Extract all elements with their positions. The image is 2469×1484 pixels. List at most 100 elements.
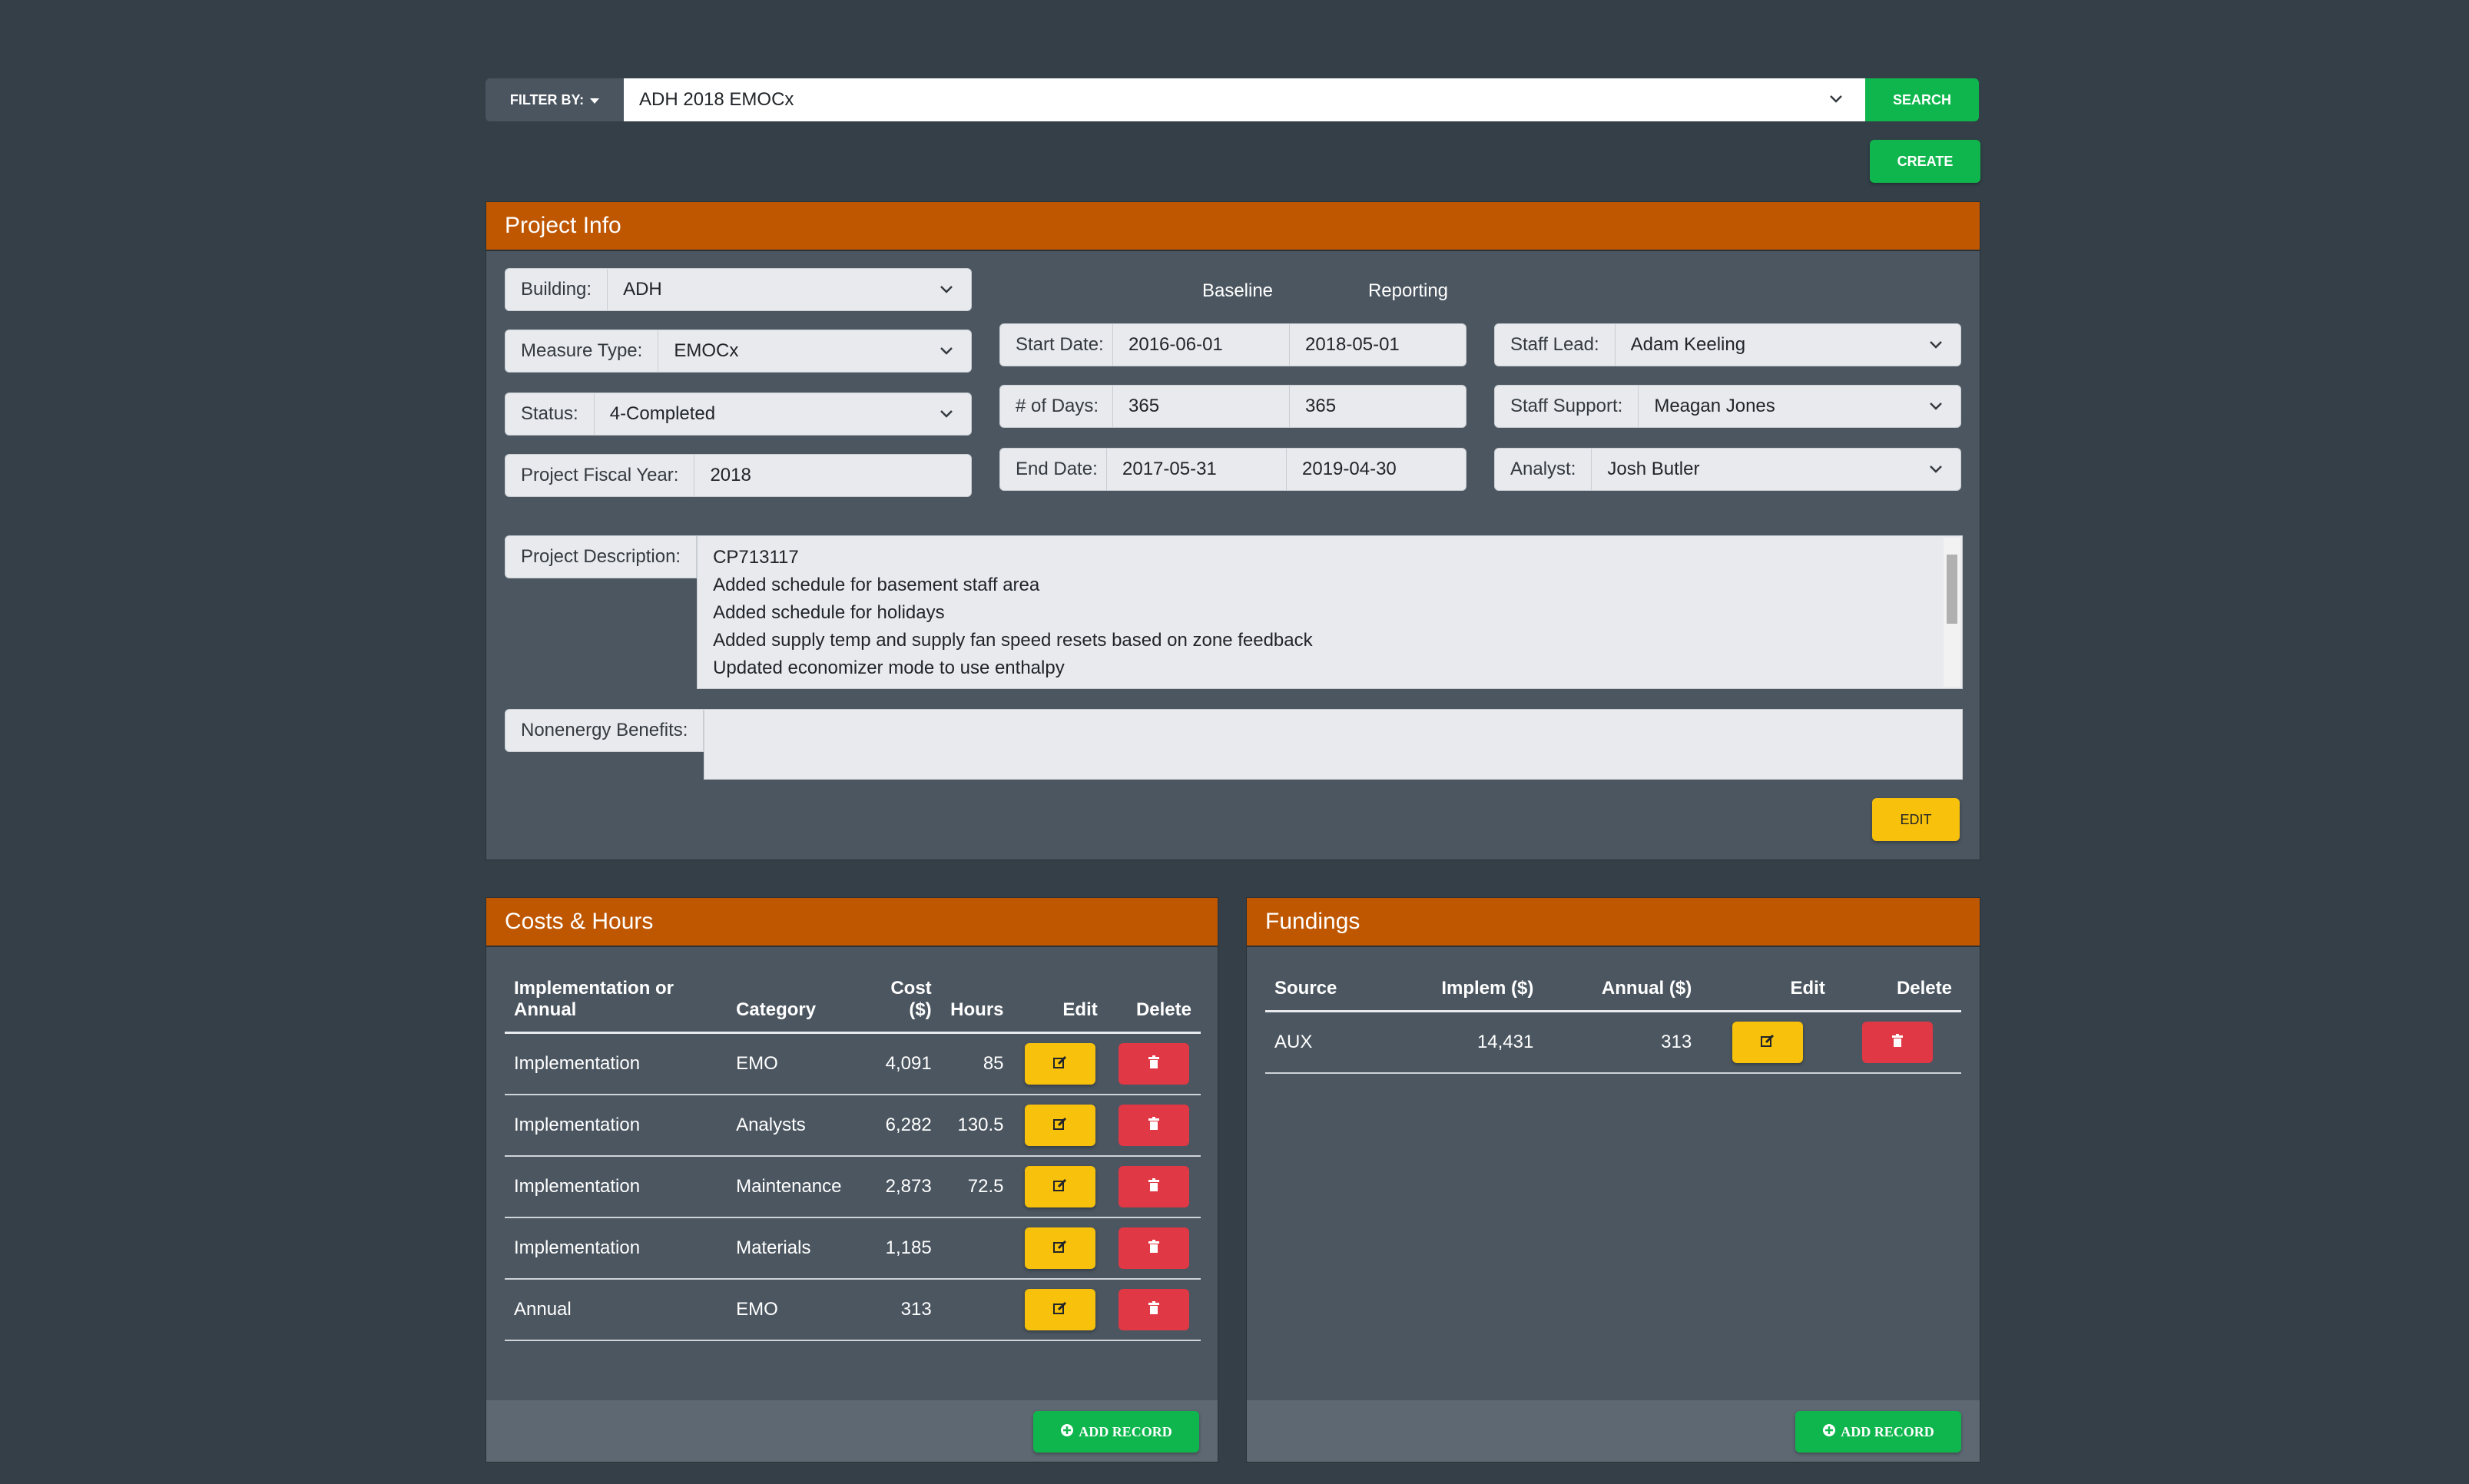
edit-row-button[interactable] [1024, 1227, 1095, 1269]
staff-support-label: Staff Support: [1494, 385, 1639, 428]
description-group: Project Description: CP713117 Added sche… [505, 535, 1963, 689]
table-header-row: Source Implem ($) Annual ($) Edit Delete [1265, 978, 1961, 1012]
table-cell: 1,185 [870, 1217, 941, 1280]
add-funding-record-button[interactable]: ADD RECORD [1795, 1411, 1961, 1453]
card-title: Fundings [1265, 909, 1360, 934]
table-cell: 4,091 [870, 1032, 941, 1095]
table-row: Implementation Maintenance 2,873 72.5 [505, 1156, 1201, 1218]
table-header-row: Implementation or Annual Category Cost (… [505, 978, 1201, 1034]
days-baseline-input[interactable]: 365 [1113, 385, 1290, 428]
analyst-select[interactable]: Josh Butler [1592, 448, 1961, 491]
measure-type-select[interactable]: EMOCx [658, 330, 972, 373]
start-date-baseline-input[interactable]: 2016-06-01 [1113, 323, 1290, 366]
column-header: Hours [940, 978, 1013, 1034]
column-header: Edit [1701, 978, 1834, 1012]
description-textarea[interactable]: CP713117 Added schedule for basement sta… [697, 535, 1963, 689]
delete-row-button[interactable] [1118, 1166, 1189, 1207]
edit-icon [1052, 1116, 1068, 1135]
column-header: Implementation or Annual [505, 978, 727, 1034]
days-group: # of Days: 365 365 [999, 385, 1466, 428]
delete-row-button[interactable] [1118, 1105, 1189, 1146]
table-row: AUX 14,431 313 [1265, 1011, 1961, 1074]
table-cell: 130.5 [940, 1095, 1013, 1157]
building-value: ADH [623, 279, 662, 300]
table-cell: Implementation [505, 1032, 727, 1095]
edit-row-button[interactable] [1024, 1166, 1095, 1207]
project-info-header: Project Info [486, 202, 1980, 251]
caret-down-icon [590, 92, 600, 108]
measure-type-group: Measure Type: EMOCx [505, 330, 972, 373]
table-cell: 313 [870, 1279, 941, 1341]
edit-row-button[interactable] [1732, 1022, 1804, 1063]
edit-cell [1012, 1156, 1107, 1218]
nonenergy-textarea[interactable] [704, 709, 1963, 780]
fundings-table: Source Implem ($) Annual ($) Edit Delete… [1265, 978, 1961, 1074]
delete-row-button[interactable] [1862, 1022, 1934, 1063]
table-cell: 313 [1543, 1011, 1702, 1074]
filter-by-dropdown-button[interactable]: FILTER BY: [486, 78, 624, 121]
table-cell: Annual [505, 1279, 727, 1341]
building-select[interactable]: ADH [608, 268, 972, 311]
table-cell [940, 1279, 1013, 1341]
costs-table-body: Implementation EMO 4,091 85 Implementation An… [505, 1032, 1201, 1341]
delete-row-button[interactable] [1118, 1043, 1189, 1085]
project-select[interactable]: ADH 2018 EMOCx [624, 78, 1865, 121]
table-cell: 14,431 [1404, 1011, 1543, 1074]
trash-icon [1148, 1053, 1160, 1075]
plus-circle-icon [1060, 1423, 1074, 1441]
building-group: Building: ADH [505, 268, 972, 311]
card-title: Project Info [505, 213, 621, 238]
analyst-group: Analyst: Josh Butler [1494, 448, 1961, 491]
scrollbar-thumb[interactable] [1947, 555, 1957, 624]
edit-button-label: EDIT [1900, 811, 1932, 827]
table-cell: 85 [940, 1032, 1013, 1095]
table-cell: Analysts [727, 1095, 870, 1157]
fiscal-year-input[interactable]: 2018 [694, 454, 972, 497]
end-date-reporting-input[interactable]: 2019-04-30 [1287, 448, 1466, 491]
staff-lead-label: Staff Lead: [1494, 323, 1616, 366]
edit-icon [1052, 1300, 1068, 1320]
table-row: Implementation Materials 1,185 [505, 1217, 1201, 1280]
column-header: Category [727, 978, 870, 1034]
edit-icon [1052, 1239, 1068, 1258]
staff-support-select[interactable]: Meagan Jones [1639, 385, 1961, 428]
delete-row-button[interactable] [1118, 1289, 1189, 1330]
add-cost-record-button[interactable]: ADD RECORD [1033, 1411, 1199, 1453]
fundings-table-body: AUX 14,431 313 [1265, 1011, 1961, 1074]
days-label: # of Days: [999, 385, 1113, 428]
chevron-down-icon [937, 341, 956, 365]
edit-icon [1052, 1055, 1068, 1074]
table-cell: 2,873 [870, 1156, 941, 1218]
days-reporting-input[interactable]: 365 [1290, 385, 1466, 428]
fundings-card: Fundings Source Implem ($) Annual ($) Ed… [1246, 897, 1980, 1462]
chevron-down-icon [1927, 459, 1945, 483]
edit-cell [1701, 1011, 1834, 1074]
edit-row-button[interactable] [1024, 1105, 1095, 1146]
plus-circle-icon [1822, 1423, 1836, 1441]
costs-hours-header: Costs & Hours [486, 898, 1218, 947]
end-date-group: End Date: 2017-05-31 2019-04-30 [999, 448, 1466, 491]
table-cell: Implementation [505, 1156, 727, 1218]
delete-row-button[interactable] [1118, 1227, 1189, 1269]
description-line: Added schedule for basement staff area [713, 575, 1040, 595]
table-cell: 6,282 [870, 1095, 941, 1157]
edit-row-button[interactable] [1024, 1289, 1095, 1330]
status-select[interactable]: 4-Completed [594, 393, 972, 436]
chevron-down-icon [1927, 335, 1945, 359]
edit-project-button[interactable]: EDIT [1872, 798, 1960, 841]
description-line: Added schedule for holidays [713, 602, 945, 623]
create-button[interactable]: CREATE [1870, 140, 1980, 183]
staff-lead-select[interactable]: Adam Keeling [1615, 323, 1961, 366]
end-date-baseline-input[interactable]: 2017-05-31 [1107, 448, 1287, 491]
nonenergy-label: Nonenergy Benefits: [505, 709, 704, 752]
column-header: Implem ($) [1404, 978, 1543, 1012]
start-date-reporting-input[interactable]: 2018-05-01 [1290, 323, 1466, 366]
search-button[interactable]: SEARCH [1865, 78, 1979, 121]
status-label: Status: [505, 393, 595, 436]
table-cell [940, 1217, 1013, 1280]
edit-row-button[interactable] [1024, 1043, 1095, 1085]
column-header: Annual ($) [1543, 978, 1702, 1012]
table-row: Implementation Analysts 6,282 130.5 [505, 1095, 1201, 1157]
filter-bar: FILTER BY: ADH 2018 EMOCx SEARCH [486, 78, 1979, 121]
description-scrollbar[interactable] [1944, 538, 1960, 687]
